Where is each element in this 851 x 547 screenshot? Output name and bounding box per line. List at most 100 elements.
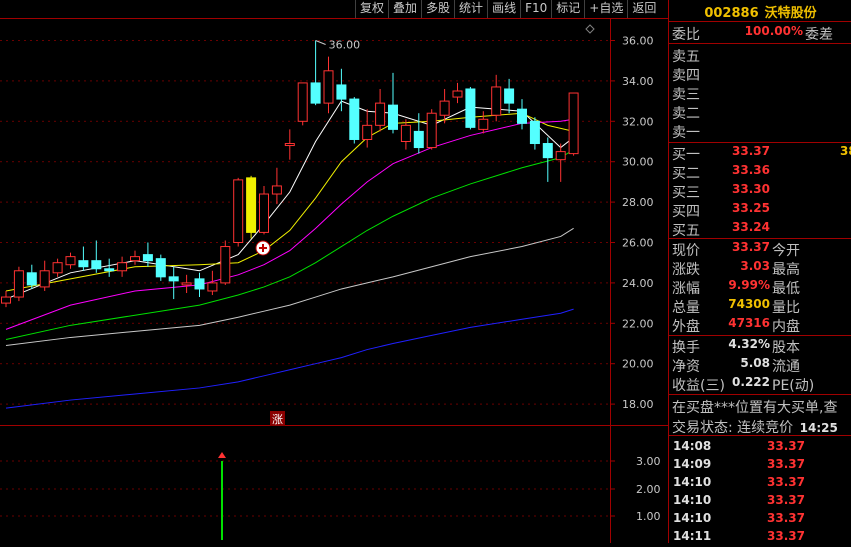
quote-value: 74300 <box>728 297 770 311</box>
candle <box>233 179 244 244</box>
candle <box>271 185 282 195</box>
fin-value: 5.08 <box>740 356 770 370</box>
buy-price: 33.36 <box>732 163 770 177</box>
vol-tick-label: 1.00 <box>636 510 661 523</box>
candle <box>259 193 269 233</box>
quote-label: 涨幅 <box>672 281 700 297</box>
candle <box>349 98 360 140</box>
tick-price: 33.37 <box>767 475 805 489</box>
tick-row-5: 14:11 33.37 <box>669 529 851 547</box>
diamond-icon <box>585 24 595 34</box>
sell-label: 卖五 <box>672 49 700 65</box>
candle <box>65 256 76 266</box>
quote-row-1: 涨跌 3.03 最高 <box>669 259 851 278</box>
quote-value: 33.37 <box>732 240 770 254</box>
stock-code: 002886 <box>704 6 759 21</box>
buy-price: 33.30 <box>732 182 770 196</box>
quote-row-3: 总量 74300 量比 <box>669 297 851 316</box>
buy-qty: 38 <box>840 144 851 158</box>
candle <box>13 270 24 298</box>
y-tick-label: 22.00 <box>622 317 654 330</box>
price-chart[interactable]: 36.00 34.00 32.00 30.00 28.00 26.00 24.00 22.00… <box>0 0 668 543</box>
candle <box>220 246 231 284</box>
sell-row-1[interactable]: 卖四 <box>669 65 851 84</box>
trade-status: 交易状态: 连续竞价 14:25 <box>672 417 851 437</box>
candle <box>91 260 102 270</box>
stock-title[interactable]: 002886 沃特股份 <box>669 2 851 21</box>
quote-label: 涨跌 <box>672 262 700 278</box>
sell-label: 卖二 <box>672 106 700 122</box>
candle <box>555 151 566 161</box>
sell-row-3[interactable]: 卖二 <box>669 103 851 122</box>
quote-label2: 最高 <box>772 262 800 278</box>
quote-row-0: 现价 33.37 今开 <box>669 240 851 259</box>
weicha-label: 委差 <box>805 27 833 43</box>
tick-price: 33.37 <box>767 439 805 453</box>
vol-tick-label: 3.00 <box>636 455 661 468</box>
candle <box>400 124 411 142</box>
candle <box>478 118 489 130</box>
quote-label2: 量比 <box>772 300 800 316</box>
quote-label: 总量 <box>672 300 700 316</box>
fin-label2: 流通 <box>772 359 800 375</box>
tick-time: 14:10 <box>673 511 712 525</box>
quote-row-4: 外盘 47316 内盘 <box>669 316 851 335</box>
buy-row-3[interactable]: 买四 33.25 <box>669 201 851 220</box>
buy-row-4[interactable]: 买五 33.24 <box>669 220 851 239</box>
candle <box>452 90 463 98</box>
candle <box>39 270 50 288</box>
tick-price: 33.37 <box>767 493 805 507</box>
weibi-value: 100.00% <box>744 24 803 38</box>
candle <box>568 92 579 155</box>
quote-value: 3.03 <box>740 259 770 273</box>
quote-value: 9.99% <box>728 278 770 292</box>
fin-label2: 股本 <box>772 340 800 356</box>
fin-label2: PE(动) <box>772 378 815 394</box>
y-tick-label: 20.00 <box>622 358 654 371</box>
buy-row-2[interactable]: 买三 33.30 <box>669 182 851 201</box>
candle <box>310 82 321 104</box>
quote-panel: 002886 沃特股份 委比 100.00% 委差 卖五 卖四 卖三 卖二 卖一 买一 33… <box>668 0 851 543</box>
fin-row-1: 净资 5.08 流通 <box>669 356 851 375</box>
tick-time: 14:10 <box>673 475 712 489</box>
candle <box>104 268 115 272</box>
candle <box>194 278 205 290</box>
buy-price: 33.25 <box>732 201 770 215</box>
candle <box>284 143 295 147</box>
y-tick-label: 32.00 <box>622 115 654 128</box>
candle <box>504 88 515 104</box>
fin-label: 净资 <box>672 359 700 375</box>
candle <box>246 177 257 233</box>
candle <box>375 102 386 126</box>
tick-row-4: 14:10 33.37 <box>669 511 851 529</box>
buy-row-0[interactable]: 买一 33.37 38 <box>669 144 851 163</box>
tick-row-0: 14:08 33.37 <box>669 439 851 457</box>
buy-label: 买三 <box>672 185 700 201</box>
high-marker-line <box>315 40 326 45</box>
candle <box>323 70 334 104</box>
candle <box>426 112 437 149</box>
fin-row-2: 收益(三) 0.222 PE(动) <box>669 375 851 394</box>
buy-price: 33.37 <box>732 144 770 158</box>
y-tick-label: 34.00 <box>622 75 654 88</box>
sell-row-0[interactable]: 卖五 <box>669 46 851 65</box>
candle <box>542 143 553 159</box>
candle <box>336 84 347 100</box>
candle <box>517 108 527 124</box>
candle <box>207 282 218 292</box>
volume-arrow <box>218 452 226 458</box>
y-tick-label: 26.00 <box>622 237 654 250</box>
high-label: 36.00 <box>329 39 361 52</box>
tick-time: 14:11 <box>673 529 712 543</box>
sell-row-4[interactable]: 卖一 <box>669 122 851 141</box>
y-tick-label: 18.00 <box>622 398 654 411</box>
tick-price: 33.37 <box>767 457 805 471</box>
alert-message[interactable]: 在买盘***位置有大买单,查 <box>672 397 851 417</box>
candle <box>78 260 89 268</box>
buy-row-1[interactable]: 买二 33.36 <box>669 163 851 182</box>
y-tick-label: 24.00 <box>622 277 654 290</box>
quote-label: 外盘 <box>672 319 700 335</box>
candle <box>155 258 166 278</box>
fin-label: 换手 <box>672 340 700 356</box>
sell-row-2[interactable]: 卖三 <box>669 84 851 103</box>
